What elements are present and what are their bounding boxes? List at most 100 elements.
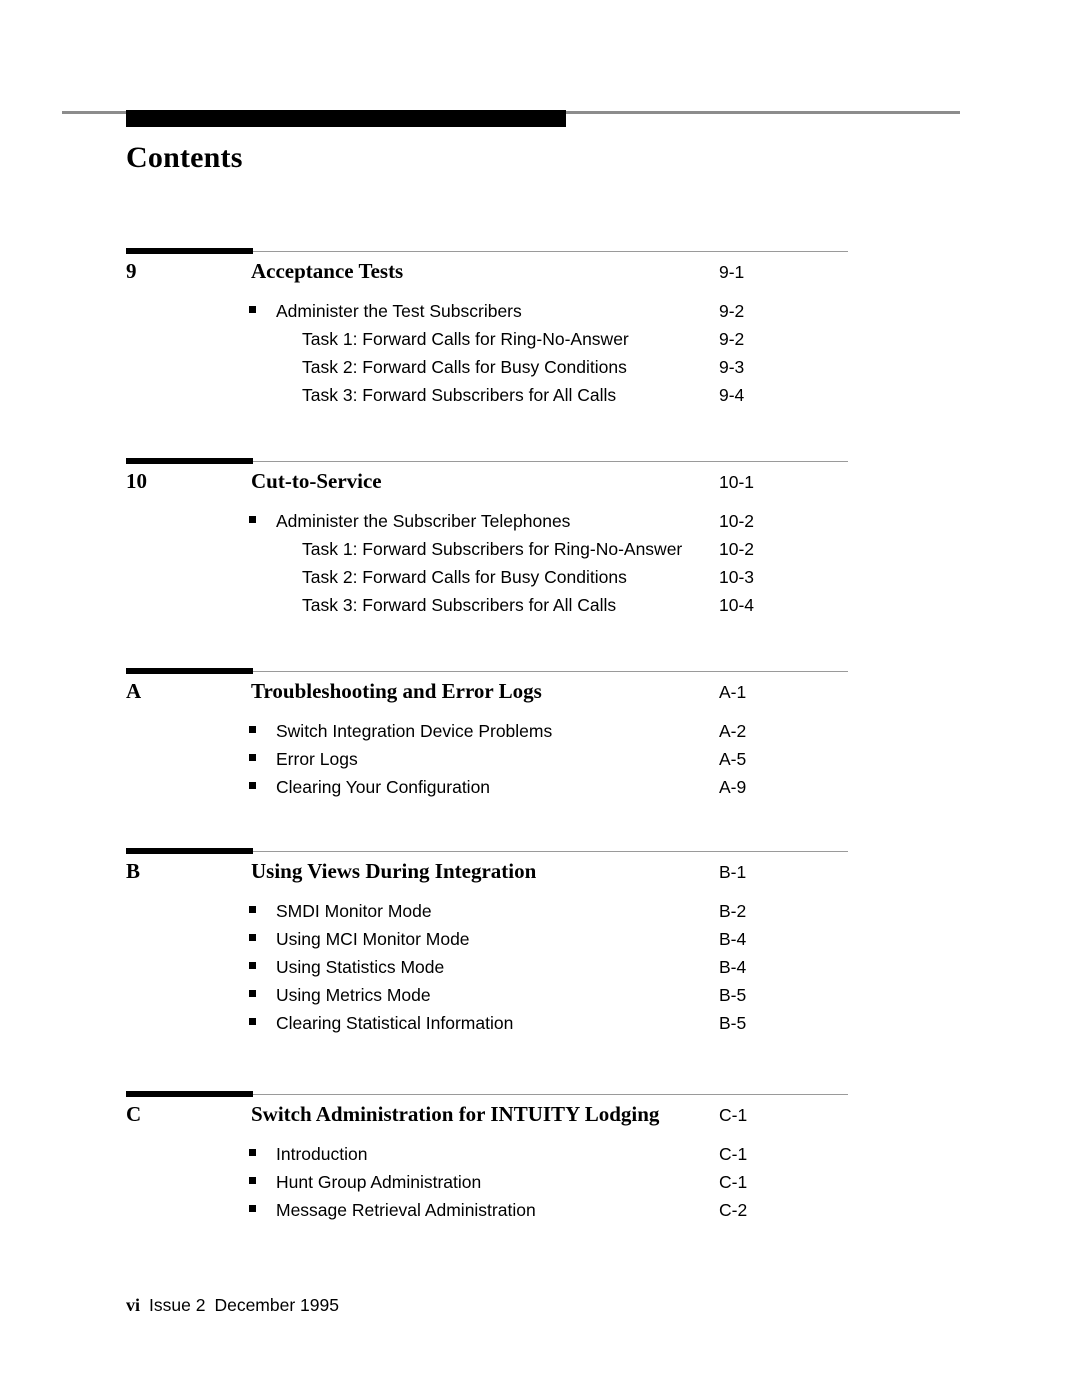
- toc-entry-page-number: 9-2: [719, 301, 745, 321]
- toc-entry-row[interactable]: Administer the Test Subscribers 9-2: [0, 297, 1080, 325]
- section-title[interactable]: Acceptance Tests: [251, 257, 403, 285]
- toc-entry-row[interactable]: SMDI Monitor Mode B-2: [0, 897, 1080, 925]
- square-bullet-icon: [249, 906, 256, 913]
- toc-entry-row[interactable]: Task 1: Forward Calls for Ring-No-Answer…: [0, 325, 1080, 353]
- footer-date: December 1995: [214, 1295, 339, 1315]
- toc-entry-label[interactable]: Clearing Your Configuration: [276, 773, 490, 801]
- toc-entry-label[interactable]: Task 3: Forward Subscribers for All Call…: [302, 591, 616, 619]
- toc-entry-row[interactable]: Introduction C-1: [0, 1140, 1080, 1168]
- toc-entry-row[interactable]: Using Statistics Mode B-4: [0, 953, 1080, 981]
- toc-entry-label[interactable]: Switch Integration Device Problems: [276, 717, 552, 745]
- toc-entry-row[interactable]: Task 2: Forward Calls for Busy Condition…: [0, 353, 1080, 381]
- section-black-bar: [126, 248, 253, 254]
- toc-entry-label[interactable]: Clearing Statistical Information: [276, 1009, 513, 1037]
- toc-entry-page-number: B-2: [719, 901, 747, 921]
- toc-entry-page-number: 10-2: [719, 539, 755, 559]
- section-divider: [0, 247, 1080, 257]
- page-footer: vi Issue 2 December 1995: [126, 1293, 339, 1317]
- toc-entry-row[interactable]: Using Metrics Mode B-5: [0, 981, 1080, 1009]
- section-page-number: 10-1: [719, 472, 755, 492]
- toc-entry-row[interactable]: Clearing Your Configuration A-9: [0, 773, 1080, 801]
- square-bullet-icon: [249, 516, 256, 523]
- square-bullet-icon: [249, 754, 256, 761]
- section-black-bar: [126, 668, 253, 674]
- section-title[interactable]: Using Views During Integration: [251, 857, 536, 885]
- toc-entry-page-number: B-5: [719, 1013, 747, 1033]
- toc-entry-label[interactable]: Administer the Subscriber Telephones: [276, 507, 570, 535]
- contents-page: Contents 9 Acceptance Tests 9-1 Administer …: [0, 0, 1080, 1397]
- toc-entry-row[interactable]: Task 3: Forward Subscribers for All Call…: [0, 381, 1080, 409]
- toc-entry-row[interactable]: Task 2: Forward Calls for Busy Condition…: [0, 563, 1080, 591]
- section-title-row[interactable]: 10 Cut-to-Service 10-1: [0, 467, 1080, 507]
- section-black-bar: [126, 1091, 253, 1097]
- toc-entry-page-number: 9-2: [719, 329, 745, 349]
- toc-entry-page-number: C-1: [719, 1144, 748, 1164]
- toc-entry-label[interactable]: Error Logs: [276, 745, 358, 773]
- square-bullet-icon: [249, 1177, 256, 1184]
- toc-entry-label[interactable]: Message Retrieval Administration: [276, 1196, 536, 1224]
- toc-entry-label[interactable]: Hunt Group Administration: [276, 1168, 481, 1196]
- toc-entry-page-number: 10-3: [719, 567, 755, 587]
- section-divider: [0, 457, 1080, 467]
- toc-entry-row[interactable]: Error Logs A-5: [0, 745, 1080, 773]
- toc-entry-label[interactable]: Task 3: Forward Subscribers for All Call…: [302, 381, 616, 409]
- toc-entry-row[interactable]: Using MCI Monitor Mode B-4: [0, 925, 1080, 953]
- toc-entry-page-number: C-1: [719, 1172, 748, 1192]
- toc-entry-label[interactable]: Task 2: Forward Calls for Busy Condition…: [302, 353, 627, 381]
- square-bullet-icon: [249, 934, 256, 941]
- toc-entry-row[interactable]: Administer the Subscriber Telephones 10-2: [0, 507, 1080, 535]
- toc-entry-label[interactable]: Introduction: [276, 1140, 367, 1168]
- section-page-number: B-1: [719, 862, 747, 882]
- toc-entry-page-number: A-5: [719, 749, 747, 769]
- section-number: A: [126, 679, 142, 703]
- section-black-bar: [126, 848, 253, 854]
- section-title[interactable]: Cut-to-Service: [251, 467, 382, 495]
- toc-entry-row[interactable]: Message Retrieval Administration C-2: [0, 1196, 1080, 1224]
- toc-section: B Using Views During Integration B-1 SMDI M…: [0, 847, 1080, 1037]
- footer-issue: Issue 2: [149, 1295, 206, 1315]
- toc-entry-row[interactable]: Switch Integration Device Problems A-2: [0, 717, 1080, 745]
- section-title-row[interactable]: C Switch Administration for INTUITY Lodgi…: [0, 1100, 1080, 1140]
- toc-entry-page-number: C-2: [719, 1200, 748, 1220]
- section-page-number: 9-1: [719, 262, 745, 282]
- section-page-number: A-1: [719, 682, 747, 702]
- toc-entry-label[interactable]: Using Statistics Mode: [276, 953, 444, 981]
- section-number: 9: [126, 259, 137, 283]
- toc-entry-row[interactable]: Clearing Statistical Information B-5: [0, 1009, 1080, 1037]
- section-title-row[interactable]: 9 Acceptance Tests 9-1: [0, 257, 1080, 297]
- square-bullet-icon: [249, 306, 256, 313]
- square-bullet-icon: [249, 1018, 256, 1025]
- square-bullet-icon: [249, 990, 256, 997]
- page-title: Contents: [126, 141, 243, 174]
- toc-entry-page-number: 9-3: [719, 357, 745, 377]
- section-divider: [0, 667, 1080, 677]
- section-divider: [0, 847, 1080, 857]
- section-page-number: C-1: [719, 1105, 748, 1125]
- section-title[interactable]: Troubleshooting and Error Logs: [251, 677, 542, 705]
- section-black-bar: [126, 458, 253, 464]
- square-bullet-icon: [249, 1205, 256, 1212]
- toc-entry-label[interactable]: Administer the Test Subscribers: [276, 297, 522, 325]
- section-divider: [0, 1090, 1080, 1100]
- footer-folio: vi: [126, 1295, 141, 1315]
- toc-entry-label[interactable]: Task 1: Forward Calls for Ring-No-Answer: [302, 325, 629, 353]
- toc-entry-label[interactable]: Using MCI Monitor Mode: [276, 925, 470, 953]
- toc-section: C Switch Administration for INTUITY Lodgi…: [0, 1090, 1080, 1224]
- toc-section: 10 Cut-to-Service 10-1 Administer the Subsc…: [0, 457, 1080, 619]
- section-title-row[interactable]: B Using Views During Integration B-1: [0, 857, 1080, 897]
- toc-entry-row[interactable]: Task 1: Forward Subscribers for Ring-No-…: [0, 535, 1080, 563]
- toc-entry-page-number: B-5: [719, 985, 747, 1005]
- toc-entry-page-number: B-4: [719, 929, 747, 949]
- toc-entry-label[interactable]: Task 2: Forward Calls for Busy Condition…: [302, 563, 627, 591]
- section-title[interactable]: Switch Administration for INTUITY Lodgin…: [251, 1100, 659, 1128]
- toc-entry-label[interactable]: Task 1: Forward Subscribers for Ring-No-…: [302, 535, 682, 563]
- toc-entry-page-number: B-4: [719, 957, 747, 977]
- section-title-row[interactable]: A Troubleshooting and Error Logs A-1: [0, 677, 1080, 717]
- toc-entry-row[interactable]: Task 3: Forward Subscribers for All Call…: [0, 591, 1080, 619]
- toc-entry-page-number: 9-4: [719, 385, 745, 405]
- toc-entry-label[interactable]: SMDI Monitor Mode: [276, 897, 432, 925]
- toc-section: A Troubleshooting and Error Logs A-1 Switch…: [0, 667, 1080, 801]
- toc-entry-label[interactable]: Using Metrics Mode: [276, 981, 431, 1009]
- toc-entry-page-number: A-9: [719, 777, 747, 797]
- toc-entry-row[interactable]: Hunt Group Administration C-1: [0, 1168, 1080, 1196]
